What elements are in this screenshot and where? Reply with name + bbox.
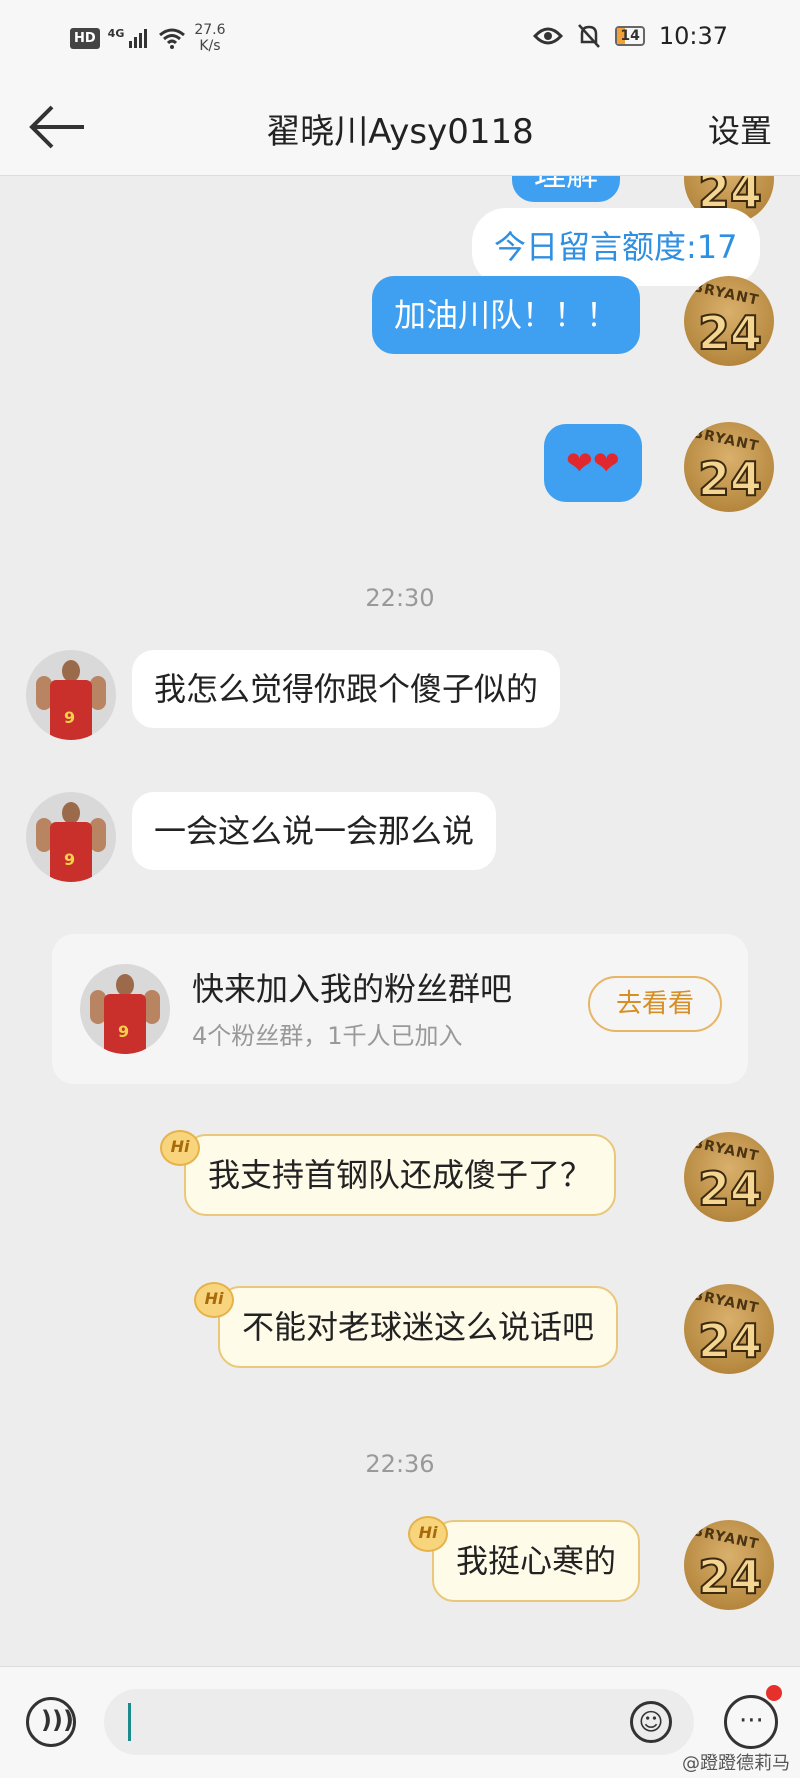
avatar-number: 24 [697, 305, 763, 361]
fan-group-card[interactable]: 9 快来加入我的粉丝群吧 4个粉丝群，1千人已加入 去看看 [52, 934, 748, 1084]
input-bar: ))) ☺ ··· @蹬蹬德莉马 [0, 1666, 800, 1778]
hi-badge-icon: Hi [194, 1282, 234, 1318]
avatar-number: 24 [697, 1313, 763, 1369]
nav-bar: 翟晓川Aysy0118 设置 [0, 80, 800, 176]
avatar-number: 9 [64, 850, 76, 869]
contact-avatar[interactable]: 9 [26, 792, 116, 882]
timestamp: 22:36 [365, 1450, 435, 1478]
more-options-icon[interactable]: ··· [724, 1695, 778, 1749]
mute-bell-icon [578, 24, 601, 48]
go-see-button[interactable]: 去看看 [588, 976, 722, 1032]
message-bubble-sent[interactable]: 不能对老球迷这么说话吧 [218, 1286, 619, 1368]
battery-level: 14 [620, 28, 640, 44]
quota-text: 今日留言额度:17 [494, 228, 738, 266]
message-bubble-sent[interactable]: 加油川队！！！ [372, 276, 641, 354]
wifi-icon [159, 28, 186, 49]
avatar-brand: BRYANT [691, 1135, 761, 1165]
network-type: 4G [107, 26, 125, 40]
avatar-number: 24 [697, 1549, 763, 1605]
fan-group-subtitle: 4个粉丝群，1千人已加入 [192, 1022, 463, 1050]
my-avatar[interactable]: BRYANT 24 [684, 1132, 774, 1222]
message-text: 我挺心寒的 [456, 1542, 617, 1580]
message-text: 加油川队！！！ [394, 296, 619, 334]
signal-icon [129, 29, 148, 48]
speed-unit: K/s [199, 38, 221, 54]
notification-dot [766, 1685, 782, 1701]
quota-notice: 今日留言额度:17 [472, 208, 760, 286]
avatar-brand: BRYANT [691, 1523, 761, 1553]
contact-avatar[interactable]: 9 [26, 650, 116, 740]
message-text: 不能对老球迷这么说话吧 [242, 1308, 595, 1346]
message-text: 理解 [534, 176, 598, 193]
message-bubble-sent[interactable]: ❤❤ [544, 424, 642, 502]
timestamp: 22:30 [365, 584, 435, 612]
clock: 10:37 [658, 22, 728, 50]
my-avatar[interactable]: BRYANT 24 [684, 1284, 774, 1374]
message-bubble-partial: 理解 [512, 176, 621, 202]
my-avatar[interactable]: BRYANT 24 [684, 276, 774, 366]
my-avatar[interactable]: BRYANT 24 [684, 1520, 774, 1610]
chat-title: 翟晓川Aysy0118 [266, 112, 534, 152]
voice-input-icon[interactable]: ))) [26, 1697, 76, 1747]
message-text: ❤❤ [566, 444, 620, 482]
message-text: 我怎么觉得你跟个傻子似的 [154, 670, 539, 708]
avatar-number: 24 [697, 451, 763, 507]
watermark: @蹬蹬德莉马 [682, 1753, 790, 1774]
avatar-brand: BRYANT [691, 279, 761, 309]
battery-icon: 14 [615, 26, 645, 46]
avatar-brand: BRYANT [691, 1287, 761, 1317]
status-bar: HD 4G 27.6 K/s 14 10:37 [0, 0, 800, 80]
chat-area[interactable]: 理解 24 今日留言额度:17 加油川队！！！ BRYANT 24 ❤❤ BRY… [0, 176, 800, 1666]
message-bubble-sent[interactable]: 我挺心寒的 [432, 1520, 641, 1602]
message-bubble-received[interactable]: 一会这么说一会那么说 [132, 792, 497, 870]
message-bubble-received[interactable]: 我怎么觉得你跟个傻子似的 [132, 650, 561, 728]
avatar-number: 9 [118, 1022, 130, 1041]
hd-indicator: HD [70, 27, 100, 49]
hi-badge-icon: Hi [408, 1516, 448, 1552]
fan-group-title: 快来加入我的粉丝群吧 [192, 970, 513, 1008]
settings-button[interactable]: 设置 [708, 106, 772, 152]
speed-value: 27.6 [194, 22, 226, 38]
message-text: 一会这么说一会那么说 [154, 812, 475, 850]
avatar-brand: BRYANT [691, 425, 761, 455]
avatar-number: 9 [64, 708, 76, 727]
network-speed: 27.6 K/s [194, 22, 225, 54]
emoji-icon[interactable]: ☺ [630, 1701, 672, 1743]
message-text: 我支持首钢队还成傻子了？ [208, 1156, 593, 1194]
avatar-number: 24 [697, 1161, 763, 1217]
text-caret [128, 1703, 131, 1741]
fan-group-avatar: 9 [80, 964, 170, 1054]
message-input[interactable]: ☺ [104, 1689, 694, 1755]
eye-icon [533, 27, 564, 45]
hi-badge-icon: Hi [160, 1130, 200, 1166]
my-avatar[interactable]: BRYANT 24 [684, 422, 774, 512]
message-bubble-sent[interactable]: 我支持首钢队还成傻子了？ [184, 1134, 617, 1216]
